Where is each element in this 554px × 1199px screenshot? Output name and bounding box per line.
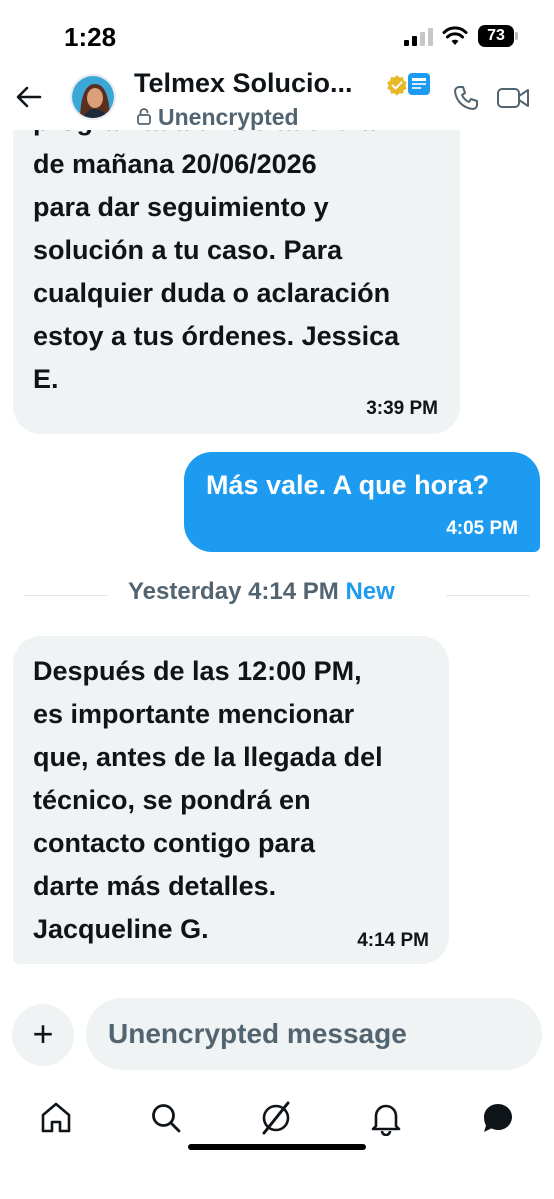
message-text: Más vale. A que hora?: [206, 470, 490, 500]
video-icon[interactable]: [496, 86, 530, 110]
message-input[interactable]: [86, 998, 542, 1070]
message-time: 4:05 PM: [446, 518, 518, 539]
tab-home[interactable]: [32, 1094, 80, 1142]
plus-icon: +: [32, 1013, 54, 1054]
message-composer: +: [0, 996, 554, 1072]
affiliate-badge-icon: [408, 73, 430, 95]
tab-search[interactable]: [142, 1094, 190, 1142]
date-divider: Yesterday 4:14 PM New: [24, 578, 530, 612]
tab-notifications[interactable]: [362, 1094, 410, 1142]
status-time: 1:28: [64, 22, 117, 52]
phone-icon[interactable]: [452, 84, 480, 112]
divider-line-right: [446, 595, 530, 596]
divider-label: Yesterday 4:14 PM New: [128, 578, 395, 606]
new-badge: New: [345, 578, 395, 605]
message-time: 3:39 PM: [366, 398, 438, 419]
encryption-status: Unencrypted: [158, 104, 299, 130]
battery-level: 73: [478, 25, 514, 47]
battery-indicator: 73: [478, 25, 518, 47]
search-icon: [152, 1104, 181, 1133]
message-bubble-incoming[interactable]: programada una cita el día de mañana 20/…: [13, 130, 460, 434]
add-attachment-button[interactable]: +: [12, 1004, 74, 1066]
bottom-tab-bar: [0, 1080, 554, 1160]
avatar[interactable]: [70, 74, 116, 120]
message-thread[interactable]: programada una cita el día de mañana 20/…: [0, 130, 554, 990]
contact-name[interactable]: Telmex Solucio...: [134, 68, 353, 99]
tab-messages[interactable]: [474, 1094, 522, 1142]
home-icon: [41, 1102, 71, 1133]
status-bar: 1:28 73: [0, 0, 554, 64]
messages-icon: [484, 1104, 512, 1132]
bell-icon: [371, 1104, 401, 1137]
message-text: programada una cita el día de mañana 20/…: [33, 130, 400, 394]
battery-tip: [515, 32, 518, 40]
message-bubble-incoming[interactable]: Después de las 12:00 PM, es importante m…: [13, 636, 449, 964]
verified-icon: [387, 75, 407, 96]
tab-grok[interactable]: [252, 1094, 300, 1142]
message-text: Después de las 12:00 PM, es importante m…: [33, 656, 383, 944]
message-bubble-outgoing[interactable]: Más vale. A que hora? 4:05 PM: [184, 452, 540, 552]
grok-icon: [262, 1101, 290, 1135]
wifi-icon: [442, 26, 468, 45]
lock-icon: [137, 108, 151, 125]
divider-line-left: [24, 595, 108, 596]
back-arrow-icon[interactable]: [14, 82, 44, 112]
affiliate-logo-icon: [412, 78, 426, 89]
divider-date: Yesterday 4:14 PM: [128, 578, 339, 605]
message-time: 4:14 PM: [357, 930, 429, 951]
signal-icon: [404, 28, 433, 46]
avatar-image: [72, 76, 114, 118]
home-indicator: [188, 1144, 366, 1150]
conversation-header: Telmex Solucio... Unencrypted: [0, 64, 554, 130]
